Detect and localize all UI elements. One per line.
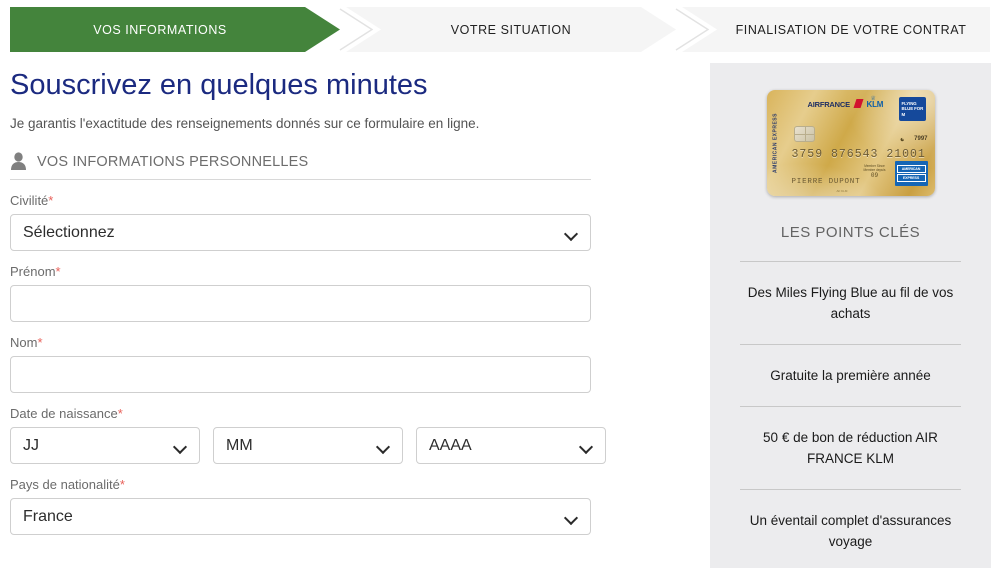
card-footnote: AF KLM — [836, 189, 848, 193]
label-text: Civilité — [10, 193, 49, 208]
card-flying-blue-badge: FLYING BLUE FOR M — [898, 97, 926, 121]
person-icon — [10, 152, 27, 171]
card-logo-slash-icon — [853, 99, 863, 108]
card-member-since-value: 09 — [870, 172, 879, 179]
birth-month-select[interactable]: MM — [213, 427, 403, 464]
label-text: Nom — [10, 335, 38, 350]
required-asterisk: * — [119, 477, 125, 492]
step-votre-situation[interactable]: VOTRE SITUATION — [346, 7, 676, 52]
page-subtitle: Je garantis l'exactitude des renseigneme… — [10, 116, 480, 131]
card-holder-name: PIERRE DUPONT — [791, 178, 861, 186]
label-nom: Nom* — [10, 335, 610, 350]
birth-day-select[interactable]: JJ — [10, 427, 200, 464]
page-title: Souscrivez en quelques minutes — [10, 69, 428, 101]
contactless-icon: ◕ — [897, 137, 907, 142]
birth-day-value: JJ — [23, 436, 39, 454]
key-point-item: 50 € de bon de réduction AIR FRANCE KLM — [763, 430, 938, 466]
key-point-item: Un éventail complet d'assurances voyage — [749, 513, 952, 549]
subscription-form: Souscrivez en quelques minutes Je garant… — [10, 60, 610, 535]
step-label: VOTRE SITUATION — [450, 22, 572, 37]
label-prenom: Prénom* — [10, 264, 610, 279]
sidebar-title: LES POINTS CLÉS — [780, 224, 921, 241]
card-last-four: 7997 — [914, 136, 928, 142]
label-text: Prénom — [10, 264, 56, 279]
credit-card-image: AMERICAN EXPRESS AIRFRANCE ♕ KLM FLYING … — [766, 90, 935, 196]
required-asterisk: * — [117, 406, 123, 421]
label-civilite: Civilité* — [10, 193, 610, 208]
card-member-since-label: Member Since Membre depuis — [863, 164, 886, 172]
birth-month-value: MM — [226, 436, 253, 454]
field-nom: Nom* — [10, 335, 610, 393]
label-pays-nationalite: Pays de nationalité* — [10, 477, 610, 492]
required-asterisk: * — [55, 264, 61, 279]
pays-nationalite-select[interactable]: France — [10, 498, 591, 535]
card-klm-logo: KLM — [866, 100, 884, 109]
label-text: Date de naissance — [10, 406, 118, 421]
label-text: Pays de nationalité — [10, 477, 120, 492]
date-of-birth-row: JJ MM AAAA — [10, 427, 610, 464]
card-network-line-1: AMERICAN — [896, 165, 926, 173]
field-prenom: Prénom* — [10, 264, 610, 322]
required-asterisk: * — [37, 335, 43, 350]
field-date-naissance: Date de naissance* JJ MM AAAA — [10, 406, 610, 464]
step-label: FINALISATION DE VOTRE CONTRAT — [735, 22, 967, 37]
pays-value: France — [23, 507, 73, 525]
card-image-wrapper: AMERICAN EXPRESS AIRFRANCE ♕ KLM FLYING … — [740, 90, 961, 196]
card-network-line-2: EXPRESS — [896, 174, 926, 182]
card-vertical-brand: AMERICAN EXPRESS — [772, 113, 778, 173]
step-finalisation[interactable]: FINALISATION DE VOTRE CONTRAT — [682, 7, 990, 52]
civilite-select[interactable]: Sélectionnez — [10, 214, 591, 251]
birth-year-value: AAAA — [429, 436, 472, 454]
key-point-item: Gratuite la première année — [770, 368, 931, 383]
label-date-naissance: Date de naissance* — [10, 406, 610, 421]
nom-input[interactable] — [10, 356, 591, 393]
section-header-label: VOS INFORMATIONS PERSONNELLES — [37, 153, 309, 170]
step-vos-informations[interactable]: VOS INFORMATIONS — [10, 7, 340, 52]
card-chip-icon — [793, 126, 815, 142]
card-network-logo: AMERICAN EXPRESS — [894, 161, 928, 186]
step-label: VOS INFORMATIONS — [93, 22, 227, 37]
key-point-item: Des Miles Flying Blue au fil de vos acha… — [747, 285, 954, 321]
section-header-personal-info: VOS INFORMATIONS PERSONNELLES — [10, 152, 591, 180]
field-pays-nationalite: Pays de nationalité* France — [10, 477, 610, 535]
required-asterisk: * — [48, 193, 54, 208]
card-airfrance-logo: AIRFRANCE — [807, 100, 851, 109]
field-civilite: Civilité* Sélectionnez — [10, 193, 610, 251]
birth-year-select[interactable]: AAAA — [416, 427, 606, 464]
card-number: 3759 876543 21001 — [791, 148, 926, 161]
progress-stepper: VOS INFORMATIONS VOTRE SITUATION FINALIS… — [10, 7, 990, 52]
civilite-value: Sélectionnez — [23, 223, 115, 241]
key-points-sidebar: AMERICAN EXPRESS AIRFRANCE ♕ KLM FLYING … — [710, 63, 991, 568]
prenom-input[interactable] — [10, 285, 591, 322]
